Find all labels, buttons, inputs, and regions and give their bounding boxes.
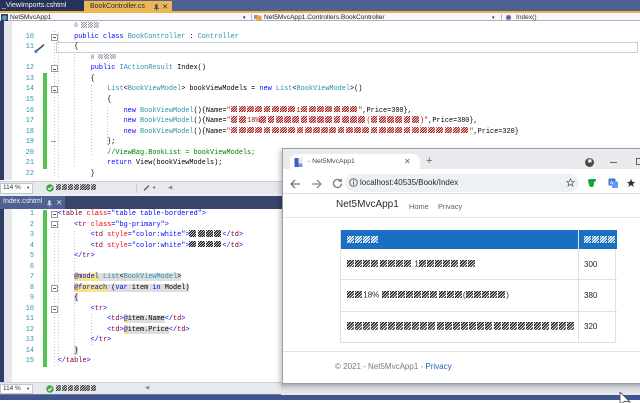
svg-text:A: A [610, 180, 614, 186]
